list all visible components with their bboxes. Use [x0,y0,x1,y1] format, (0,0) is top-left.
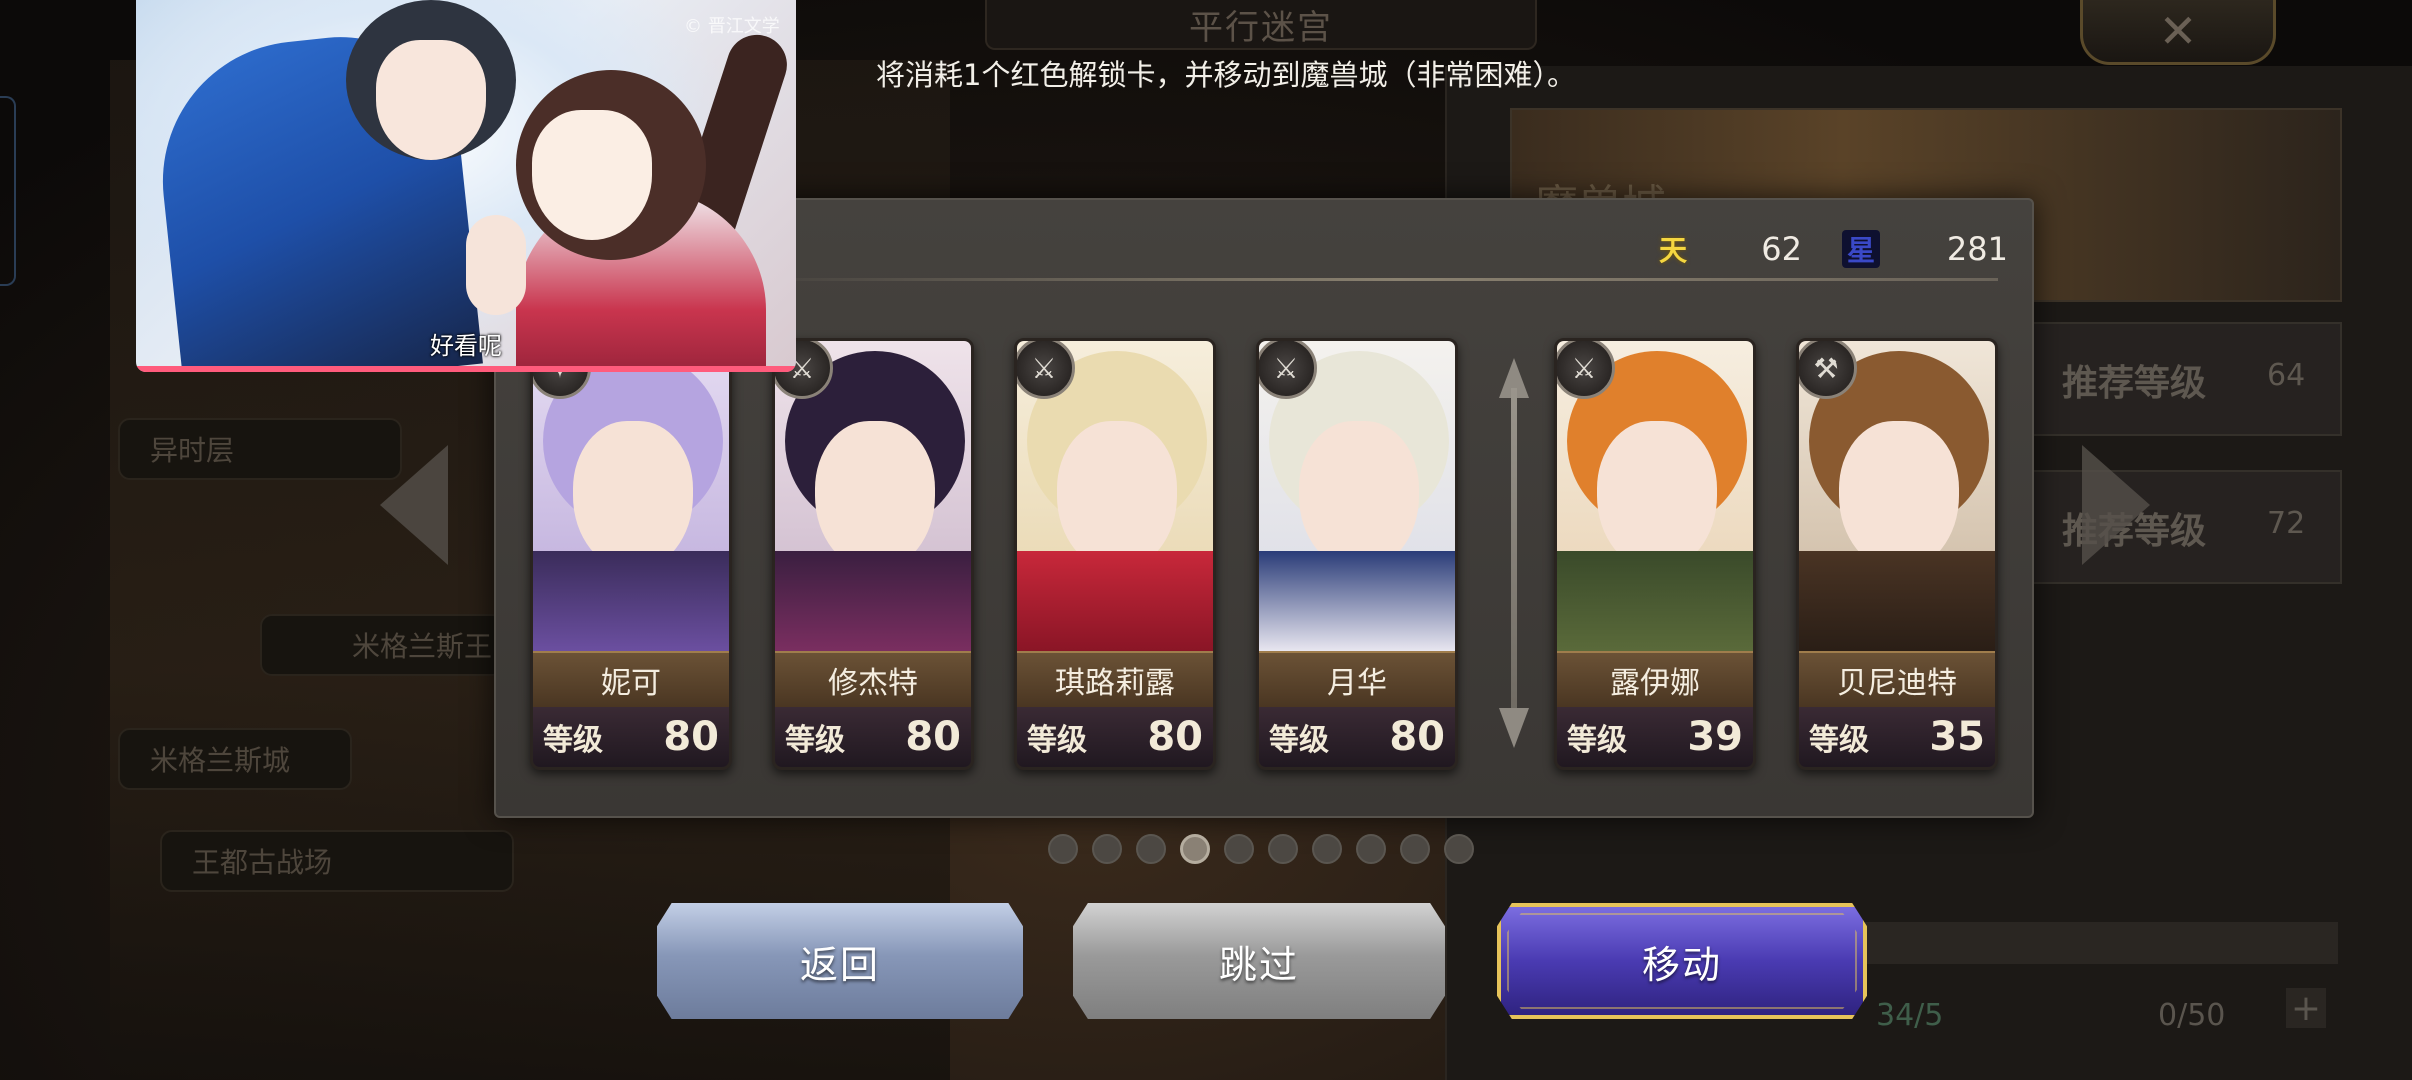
axe-icon: ⚒ [1799,341,1857,399]
level-bar: 等级 35 [1799,707,1995,767]
level-value: 35 [1929,714,1985,760]
character-name-bar: 贝尼迪特 [1799,651,1995,709]
video-caption: 好看呢 [430,332,502,360]
move-button[interactable]: 移动 [1497,903,1867,1019]
map-label: 王都古战场 [160,830,514,892]
page-dot[interactable] [1180,834,1210,864]
page-dot[interactable] [1048,834,1078,864]
level-label: 等级 [785,723,845,758]
map-label: 米格兰斯城 [118,728,352,790]
close-button[interactable]: ✕ [2080,0,2276,65]
video-figure-face [376,40,486,160]
character-name-bar: 妮可 [533,651,729,709]
close-icon: ✕ [2158,4,2198,58]
resource-sky: 天 62 [1654,230,1802,268]
page-dot[interactable] [1268,834,1298,864]
map-label: 异时层 [118,418,402,480]
recommend-level-value: 72 [2267,506,2306,541]
character-name: 妮可 [601,666,661,701]
page-dot[interactable] [1356,834,1386,864]
level-label: 等级 [1809,723,1869,758]
party-card[interactable]: ⚔ 露伊娜 等级 39 [1554,338,1756,770]
character-name-bar: 月华 [1259,651,1455,709]
level-value: 80 [1389,714,1445,760]
move-button-label: 移动 [1641,942,1722,987]
character-name-bar: 修杰特 [775,651,971,709]
add-icon[interactable]: + [2286,988,2326,1029]
level-bar: 等级 39 [1557,707,1753,767]
next-arrow-icon[interactable] [2082,445,2150,565]
level-value: 80 [663,714,719,760]
character-name: 月华 [1327,666,1387,701]
video-progress-bar[interactable] [136,366,796,372]
katana-icon: ⚔ [1259,341,1317,399]
back-button[interactable]: 返回 [657,903,1023,1019]
sword-icon: ⚔ [1017,341,1075,399]
map-label: 米格兰斯王 [260,614,504,676]
level-label: 等级 [1027,723,1087,758]
party-card[interactable]: ⚔ 琪路莉露 等级 80 [1014,338,1216,770]
level-bar: 等级 80 [1017,707,1213,767]
page-dot[interactable] [1224,834,1254,864]
character-name: 贝尼迪特 [1837,666,1957,701]
page-dot[interactable] [1092,834,1122,864]
page-dot[interactable] [1400,834,1430,864]
video-figure-face [532,110,652,240]
level-value: 80 [905,714,961,760]
page-dot[interactable] [1444,834,1474,864]
page-dot[interactable] [1136,834,1166,864]
recommend-level-label: 推荐等级 [2062,363,2207,404]
level-label: 等级 [543,723,603,758]
sky-icon: 天 [1658,234,1687,267]
page-indicator [1048,834,1474,864]
level-value: 39 [1687,714,1743,760]
confirm-message: 将消耗1个红色解锁卡，并移动到魔兽城（非常困难）。 [876,58,1576,92]
level-bar: 等级 80 [533,707,729,767]
star-icon: 星 [1842,230,1880,268]
video-figure-hand [466,215,526,315]
page-title-bar: 平行迷宫 [985,0,1537,50]
resource-star-value: 281 [1946,230,2008,268]
party-divider [1499,358,1529,748]
skip-button[interactable]: 跳过 [1073,903,1445,1019]
level-label: 等级 [1567,723,1627,758]
video-watermark: © 晋江文学 [684,16,780,37]
prev-arrow-icon[interactable] [380,445,448,565]
card-count: 0/50 [2158,998,2226,1033]
clear-count: 34/5 [1876,998,1944,1033]
character-name-bar: 露伊娜 [1557,651,1753,709]
character-name: 修杰特 [828,666,918,701]
party-card[interactable]: ⚔ 月华 等级 80 [1256,338,1458,770]
skip-button-label: 跳过 [1218,942,1299,987]
page-dot[interactable] [1312,834,1342,864]
level-bar: 等级 80 [775,707,971,767]
party-card[interactable]: ✦ 妮可 等级 80 [530,338,732,770]
resource-star: 星 281 [1842,230,2008,268]
sword-icon: ⚔ [1557,341,1615,399]
character-name: 琪路莉露 [1055,666,1175,701]
left-edge-tab [0,96,16,286]
recommend-level-value: 64 [2267,358,2306,393]
level-value: 80 [1147,714,1203,760]
video-player[interactable]: © 晋江文学 好看呢 [136,0,796,372]
level-label: 等级 [1269,723,1329,758]
character-name: 露伊娜 [1610,666,1700,701]
page-title: 平行迷宫 [1189,7,1333,48]
level-bar: 等级 80 [1259,707,1455,767]
character-name-bar: 琪路莉露 [1017,651,1213,709]
party-card[interactable]: ⚒ 贝尼迪特 等级 35 [1796,338,1998,770]
back-button-label: 返回 [799,942,880,987]
party-card[interactable]: ⚔ 修杰特 等级 80 [772,338,974,770]
resource-divider [796,278,1998,281]
resource-sky-value: 62 [1761,230,1802,268]
